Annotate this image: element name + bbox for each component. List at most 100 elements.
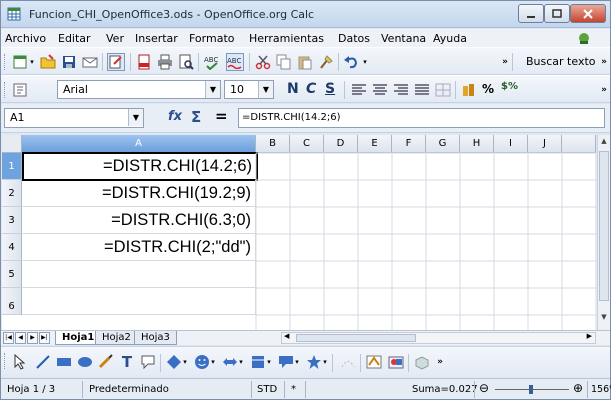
clone-formatting-icon[interactable] [317, 53, 335, 71]
horizontal-scroll-thumb[interactable] [296, 334, 416, 342]
print-preview-icon[interactable] [177, 53, 195, 71]
zoom-out-icon[interactable]: ⊖ [479, 381, 489, 396]
cut-icon[interactable] [254, 53, 272, 71]
first-sheet-icon[interactable]: |◀ [3, 332, 14, 344]
function-equals-icon[interactable]: = [215, 107, 228, 125]
print-icon[interactable] [156, 53, 174, 71]
spellcheck-icon[interactable]: ABC [203, 53, 221, 71]
toolbar-overflow-icon[interactable]: » [500, 53, 510, 71]
flowchart-dropdown-icon[interactable]: ▾ [265, 353, 273, 371]
font-name-select[interactable]: Arial ▼ [57, 80, 221, 99]
scroll-right-icon[interactable]: ▶ [587, 332, 592, 340]
autospellcheck-icon[interactable]: ABC [226, 53, 244, 71]
font-size-select[interactable]: 10 ▼ [224, 80, 274, 99]
percent-format-button[interactable]: % [482, 82, 494, 96]
italic-button[interactable]: C [306, 81, 316, 97]
currency-format-icon[interactable] [460, 81, 478, 99]
new-document-icon[interactable] [11, 53, 29, 71]
horizontal-scrollbar[interactable]: ◀ ▶ [281, 332, 596, 344]
save-icon[interactable] [60, 53, 78, 71]
toolbar-overflow-icon[interactable]: » [435, 353, 445, 371]
stars-dropdown-icon[interactable]: ▾ [321, 353, 329, 371]
find-text-field[interactable]: Buscar texto [526, 55, 596, 68]
menu-insertar[interactable]: Insertar [135, 32, 178, 45]
align-left-icon[interactable] [350, 81, 368, 99]
rectangle-tool-icon[interactable] [55, 353, 73, 371]
formula-input[interactable]: =DISTR.CHI(14.2;6) [238, 108, 605, 128]
menu-ayuda[interactable]: Ayuda [433, 32, 467, 45]
menu-formato[interactable]: Formato [189, 32, 235, 45]
open-folder-icon[interactable] [39, 53, 57, 71]
undo-dropdown-icon[interactable]: ▾ [361, 53, 369, 71]
menu-editar[interactable]: Editar [58, 32, 91, 45]
scroll-left-icon[interactable]: ◀ [284, 332, 289, 340]
toolbar-overflow-icon[interactable]: » [599, 81, 609, 99]
symbol-shapes-dropdown-icon[interactable]: ▾ [209, 353, 217, 371]
align-right-icon[interactable] [392, 81, 410, 99]
document-close-icon[interactable] [577, 31, 591, 45]
toolbar-overflow-icon[interactable]: » [599, 53, 609, 71]
edit-mode-icon[interactable] [107, 53, 125, 71]
menu-ventana[interactable]: Ventana [381, 32, 426, 45]
page-style[interactable]: Predeterminado [89, 382, 169, 397]
sheet-tab-hoja2[interactable]: Hoja2 [95, 331, 138, 345]
line-tool-icon[interactable] [34, 353, 52, 371]
sheet-grid[interactable]: A B C D E F G H I J 1 2 3 4 5 6 =DISTR.C… [2, 135, 596, 344]
prev-sheet-icon[interactable]: ◀ [15, 332, 26, 344]
minimize-button[interactable] [518, 4, 544, 23]
last-sheet-icon[interactable]: ▶| [39, 332, 50, 344]
scroll-down-icon[interactable]: ▼ [598, 311, 610, 324]
name-box[interactable]: A1 ▼ [4, 108, 144, 128]
export-pdf-icon[interactable] [135, 53, 153, 71]
callouts-dropdown-icon[interactable]: ▾ [293, 353, 301, 371]
callout-tool-icon[interactable] [139, 353, 157, 371]
new-dropdown-icon[interactable]: ▾ [28, 53, 36, 71]
underline-button[interactable]: S [325, 81, 335, 97]
fontwork-icon[interactable] [365, 353, 383, 371]
freeform-tool-icon[interactable] [97, 353, 115, 371]
sheet-tab-hoja3[interactable]: Hoja3 [134, 331, 177, 345]
menu-herramientas[interactable]: Herramientas [249, 32, 324, 45]
gallery-icon[interactable] [387, 353, 405, 371]
merge-cells-icon[interactable] [434, 81, 452, 99]
menu-archivo[interactable]: Archivo [5, 32, 46, 45]
menu-datos[interactable]: Datos [338, 32, 370, 45]
zoom-slider-thumb[interactable] [529, 385, 533, 394]
align-center-icon[interactable] [371, 81, 389, 99]
justify-icon[interactable] [413, 81, 431, 99]
toolbar-grip[interactable] [4, 353, 7, 369]
number-format-button[interactable]: $% [501, 81, 518, 92]
zoom-level[interactable]: 156% [591, 382, 611, 397]
toolbar-grip[interactable] [4, 54, 7, 70]
close-button[interactable] [570, 4, 606, 23]
styles-formatting-icon[interactable] [11, 81, 29, 99]
vertical-scrollbar[interactable]: ▲ ▼ [597, 135, 610, 330]
ellipse-tool-icon[interactable] [76, 353, 94, 371]
text-tool-icon[interactable]: T [118, 353, 136, 371]
block-arrows-dropdown-icon[interactable]: ▾ [237, 353, 245, 371]
sum-icon[interactable]: Σ [191, 108, 201, 126]
undo-icon[interactable] [342, 53, 360, 71]
basic-shapes-dropdown-icon[interactable]: ▾ [181, 353, 189, 371]
paste-icon[interactable] [296, 53, 314, 71]
selection-sum[interactable]: Suma=0.027 [412, 382, 478, 397]
chevron-down-icon[interactable]: ▼ [205, 81, 220, 98]
points-icon[interactable] [339, 353, 357, 371]
zoom-in-icon[interactable]: ⊕ [573, 381, 583, 396]
select-pointer-icon[interactable] [11, 353, 29, 371]
bold-button[interactable]: N [287, 81, 299, 97]
chevron-down-icon[interactable]: ▼ [128, 109, 143, 126]
selection-mode[interactable]: STD [257, 382, 277, 397]
email-icon[interactable] [81, 53, 99, 71]
copy-icon[interactable] [275, 53, 293, 71]
next-sheet-icon[interactable]: ▶ [27, 332, 38, 344]
maximize-button[interactable] [544, 4, 570, 23]
menu-ver[interactable]: Ver [106, 32, 124, 45]
chevron-down-icon[interactable]: ▼ [258, 81, 273, 98]
scroll-up-icon[interactable]: ▲ [598, 135, 610, 148]
function-wizard-icon[interactable]: fx [168, 109, 182, 124]
vertical-scroll-thumb[interactable] [599, 151, 609, 301]
extrusion-icon[interactable] [413, 353, 431, 371]
toolbar-separator [130, 53, 131, 71]
toolbar-grip[interactable] [4, 82, 7, 98]
